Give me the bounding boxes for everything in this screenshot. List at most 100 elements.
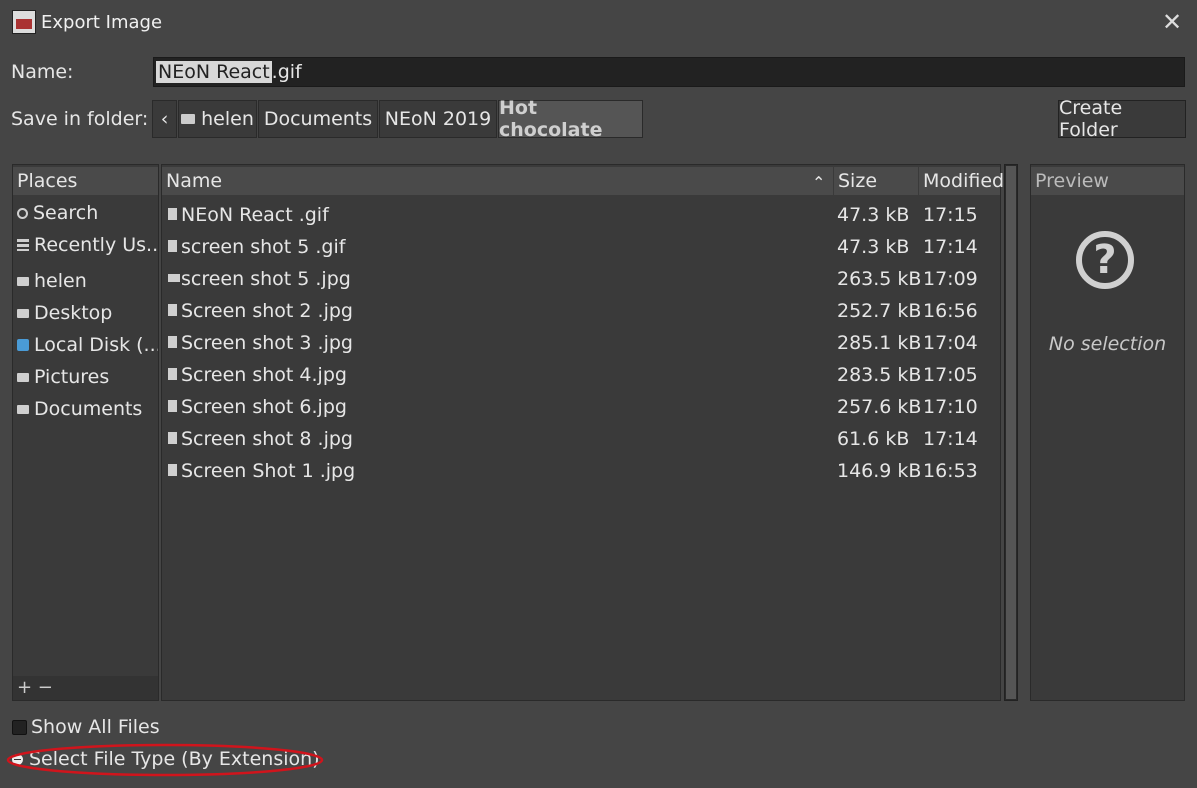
place-search[interactable]: Search [13,198,158,228]
place-label: Local Disk (... [34,334,158,356]
sort-ascending-icon: ⌃ [812,173,826,192]
file-size: 283.5 kB [837,364,922,386]
add-remove-bookmark-buttons[interactable]: + − [13,676,158,700]
file-icon [168,240,177,252]
file-modified: 17:04 [923,332,978,354]
file-modified: 16:53 [923,460,978,482]
file-name: Screen shot 4.jpg [181,364,347,386]
file-name: Screen Shot 1 .jpg [181,460,356,482]
annotation-ellipse [6,743,324,777]
place-local-disk[interactable]: Local Disk (... [13,330,158,360]
place-recently-used[interactable]: Recently Us... [13,230,158,260]
table-row[interactable]: Screen shot 3 .jpg 285.1 kB 17:04 [162,326,1000,358]
folder-icon [181,114,196,124]
close-icon[interactable]: ✕ [1158,8,1186,36]
file-name: NEoN React .gif [181,204,329,226]
table-row[interactable]: Screen shot 8 .jpg 61.6 kB 17:14 [162,422,1000,454]
preview-header: Preview [1031,167,1184,195]
file-icon [168,208,177,220]
file-size: 285.1 kB [837,332,922,354]
column-header-size[interactable]: Size [834,167,918,195]
place-label: Documents [34,398,143,420]
place-label: Desktop [34,302,113,324]
image-file-icon [168,274,180,282]
place-desktop[interactable]: Desktop [13,298,158,328]
file-icon [168,336,177,348]
scroll-thumb[interactable] [1006,166,1016,699]
scrollbar[interactable] [1004,164,1018,701]
place-label: Pictures [34,366,110,388]
crumb-back-button[interactable]: ‹ [152,100,177,138]
file-list: Name ⌃ Size Modified NEoN React .gif 47.3 … [161,164,1004,701]
file-size: 252.7 kB [837,300,922,322]
table-row[interactable]: Screen shot 4.jpg 283.5 kB 17:05 [162,358,1000,390]
table-row[interactable]: Screen shot 6.jpg 257.6 kB 17:10 [162,390,1000,422]
folder-icon [17,372,29,382]
place-label: Search [33,202,99,224]
file-size: 47.3 kB [837,204,910,226]
show-all-files-label: Show All Files [31,716,160,738]
folder-icon [17,276,29,286]
name-label: Name: [11,61,74,83]
column-header-modified[interactable]: Modified [919,167,1004,195]
disk-icon [17,339,29,351]
preview-pane: Preview ? No selection [1030,164,1185,701]
file-size: 257.6 kB [837,396,922,418]
name-selected-text: NEoN React [156,61,272,83]
name-input[interactable]: NEoN React .gif [153,57,1185,87]
column-name-label: Name [166,170,223,192]
create-folder-button[interactable]: Create Folder [1058,97,1186,141]
app-icon [12,10,36,34]
crumb-helen[interactable]: helen [178,100,257,138]
file-modified: 17:05 [923,364,978,386]
name-extension-text: .gif [271,61,302,83]
highlight-ellipse [6,743,324,777]
search-icon [17,207,28,219]
file-modified: 17:14 [923,428,978,450]
crumb-label: helen [201,108,254,130]
file-name: Screen shot 6.jpg [181,396,347,418]
recent-icon [17,239,29,251]
table-row[interactable]: screen shot 5 .gif 47.3 kB 17:14 [162,230,1000,262]
place-pictures[interactable]: Pictures [13,362,158,392]
places-pane: Places Search Recently Us... helen Deskt… [12,164,159,701]
file-name: screen shot 5 .gif [181,236,346,258]
question-mark-icon: ? [1076,231,1134,289]
checkbox-icon [12,719,27,735]
file-modified: 17:14 [923,236,978,258]
table-row[interactable]: Screen Shot 1 .jpg 146.9 kB 16:53 [162,454,1000,486]
place-label: Recently Us... [34,234,158,256]
file-modified: 17:10 [923,396,978,418]
file-icon [168,304,177,316]
file-size: 263.5 kB [837,268,922,290]
table-row[interactable]: Screen shot 2 .jpg 252.7 kB 16:56 [162,294,1000,326]
crumb-hot-chocolate[interactable]: Hot chocolate [498,97,643,141]
file-icon [168,400,177,412]
file-size: 47.3 kB [837,236,910,258]
place-label: helen [34,270,87,292]
crumb-neon-2019[interactable]: NEoN 2019 [379,100,497,138]
file-icon [168,368,177,380]
file-name: screen shot 5 .jpg [181,268,351,290]
file-size: 146.9 kB [837,460,922,482]
crumb-documents[interactable]: Documents [258,100,378,138]
table-row[interactable]: screen shot 5 .jpg 263.5 kB 17:09 [162,262,1000,294]
title-bar [0,0,1197,46]
places-header[interactable]: Places [13,167,158,195]
no-selection-text: No selection [1048,333,1167,355]
file-modified: 16:56 [923,300,978,322]
file-icon [168,464,177,476]
column-header-name[interactable]: Name ⌃ [162,167,833,195]
save-in-folder-label: Save in folder: [11,108,149,130]
file-size: 61.6 kB [837,428,910,450]
window-title: Export Image [41,12,163,33]
table-row[interactable]: NEoN React .gif 47.3 kB 17:15 [162,198,1000,230]
file-name: Screen shot 2 .jpg [181,300,353,322]
place-helen[interactable]: helen [13,266,158,296]
file-icon [168,432,177,444]
file-modified: 17:15 [923,204,978,226]
place-documents[interactable]: Documents [13,394,158,424]
file-name: Screen shot 8 .jpg [181,428,353,450]
show-all-files-checkbox[interactable]: Show All Files [12,716,160,738]
folder-icon [17,308,29,318]
